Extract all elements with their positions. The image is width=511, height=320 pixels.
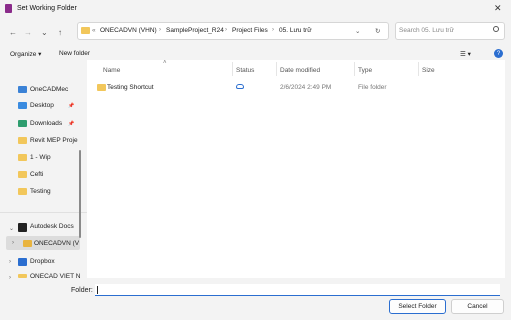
- app-icon: [5, 4, 12, 13]
- address-dropdown-icon[interactable]: ⌄: [355, 27, 360, 35]
- desktop-icon: [18, 102, 27, 109]
- sidebar-item-onecad-viet[interactable]: ONECAD VIET N: [30, 273, 80, 278]
- column-header-size[interactable]: Size: [422, 67, 435, 74]
- pin-icon: 📌: [68, 121, 75, 127]
- search-icon[interactable]: [493, 26, 499, 32]
- sidebar-item-revit-mep[interactable]: Revit MEP Proje: [30, 137, 78, 144]
- folder-icon: [18, 137, 27, 144]
- column-divider[interactable]: [276, 62, 277, 76]
- back-arrow-icon[interactable]: ←: [9, 28, 17, 37]
- organize-menu[interactable]: Organize ▾: [10, 50, 41, 58]
- divider: [0, 212, 87, 213]
- folder-icon: [18, 171, 27, 178]
- window-title: Set Working Folder: [17, 5, 77, 12]
- chevron-right-icon[interactable]: ›: [9, 275, 11, 281]
- sidebar-item-dropbox[interactable]: Dropbox: [30, 258, 55, 265]
- chevron-right-icon[interactable]: ›: [12, 240, 14, 246]
- column-header-status[interactable]: Status: [236, 67, 254, 74]
- file-date: 2/6/2024 2:49 PM: [280, 84, 332, 91]
- select-folder-button[interactable]: Select Folder: [389, 299, 446, 314]
- column-header-type[interactable]: Type: [358, 67, 372, 74]
- folder-icon: [23, 240, 32, 247]
- breadcrumb-onecadvn[interactable]: ONECADVN (VHN): [100, 27, 157, 34]
- breadcrumb-project-files[interactable]: Project Files: [232, 27, 268, 34]
- close-icon[interactable]: ✕: [494, 3, 502, 14]
- sidebar-item-1-wip[interactable]: 1 - Wip: [30, 154, 51, 161]
- help-icon[interactable]: ?: [494, 49, 503, 58]
- view-options-icon[interactable]: ☰ ▾: [460, 50, 471, 58]
- column-header-date-modified[interactable]: Date modified: [280, 67, 320, 74]
- folder-input[interactable]: [95, 284, 500, 296]
- up-arrow-icon[interactable]: ↑: [58, 28, 62, 37]
- autodesk-icon: [18, 223, 27, 232]
- breadcrumb-sampleproject[interactable]: SampleProject_R24: [166, 27, 224, 34]
- sidebar-item-onecadvn[interactable]: ONECADVN (V: [34, 240, 79, 247]
- sidebar-scrollbar[interactable]: [79, 150, 81, 238]
- column-header-name[interactable]: Name: [103, 67, 120, 74]
- chevron-right-icon[interactable]: ›: [9, 259, 11, 265]
- folder-icon: [81, 27, 90, 34]
- refresh-icon[interactable]: ↻: [375, 27, 380, 35]
- forward-arrow-icon[interactable]: →: [24, 28, 32, 37]
- folder-icon: [18, 188, 27, 195]
- sidebar-item-autodesk-docs[interactable]: Autodesk Docs: [30, 223, 74, 230]
- folder-label: Folder:: [71, 287, 93, 294]
- chevron-right-icon: ›: [272, 27, 274, 33]
- folder-icon: [18, 154, 27, 161]
- chevron-right-icon: ›: [225, 27, 227, 33]
- sidebar-item-downloads[interactable]: Downloads: [30, 120, 62, 127]
- sort-ascending-icon: ˄: [163, 60, 167, 66]
- folder-icon: [18, 274, 27, 278]
- column-divider[interactable]: [354, 62, 355, 76]
- text-cursor: [97, 286, 98, 294]
- download-icon: [18, 120, 27, 127]
- cloud-icon: [236, 84, 244, 89]
- sidebar-item-desktop[interactable]: Desktop: [30, 102, 54, 109]
- cancel-button[interactable]: Cancel: [451, 299, 504, 314]
- search-input[interactable]: Search 05. Lưu trữ: [399, 27, 454, 34]
- sidebar-item-cefti[interactable]: Cefti: [30, 171, 43, 178]
- chevron-right-icon: ›: [159, 27, 161, 33]
- file-name[interactable]: Testing Shortcut: [107, 84, 154, 91]
- sidebar-item-testing[interactable]: Testing: [30, 188, 51, 195]
- recent-locations-icon[interactable]: ⌄: [41, 28, 48, 37]
- new-folder-button[interactable]: New folder: [59, 50, 90, 57]
- chevron-down-icon[interactable]: ⌄: [9, 225, 14, 232]
- cloud-folder-icon: [18, 86, 27, 93]
- pin-icon: 📌: [68, 103, 75, 109]
- breadcrumb-luu-tru[interactable]: 05. Lưu trữ: [279, 27, 312, 34]
- dropbox-icon: [18, 258, 27, 266]
- overflow-icon[interactable]: «: [92, 27, 96, 34]
- column-divider[interactable]: [232, 62, 233, 76]
- file-type: File folder: [358, 84, 387, 91]
- sidebar-item-onecadmec[interactable]: OneCADMec: [30, 86, 68, 93]
- column-divider[interactable]: [418, 62, 419, 76]
- folder-icon: [97, 84, 106, 91]
